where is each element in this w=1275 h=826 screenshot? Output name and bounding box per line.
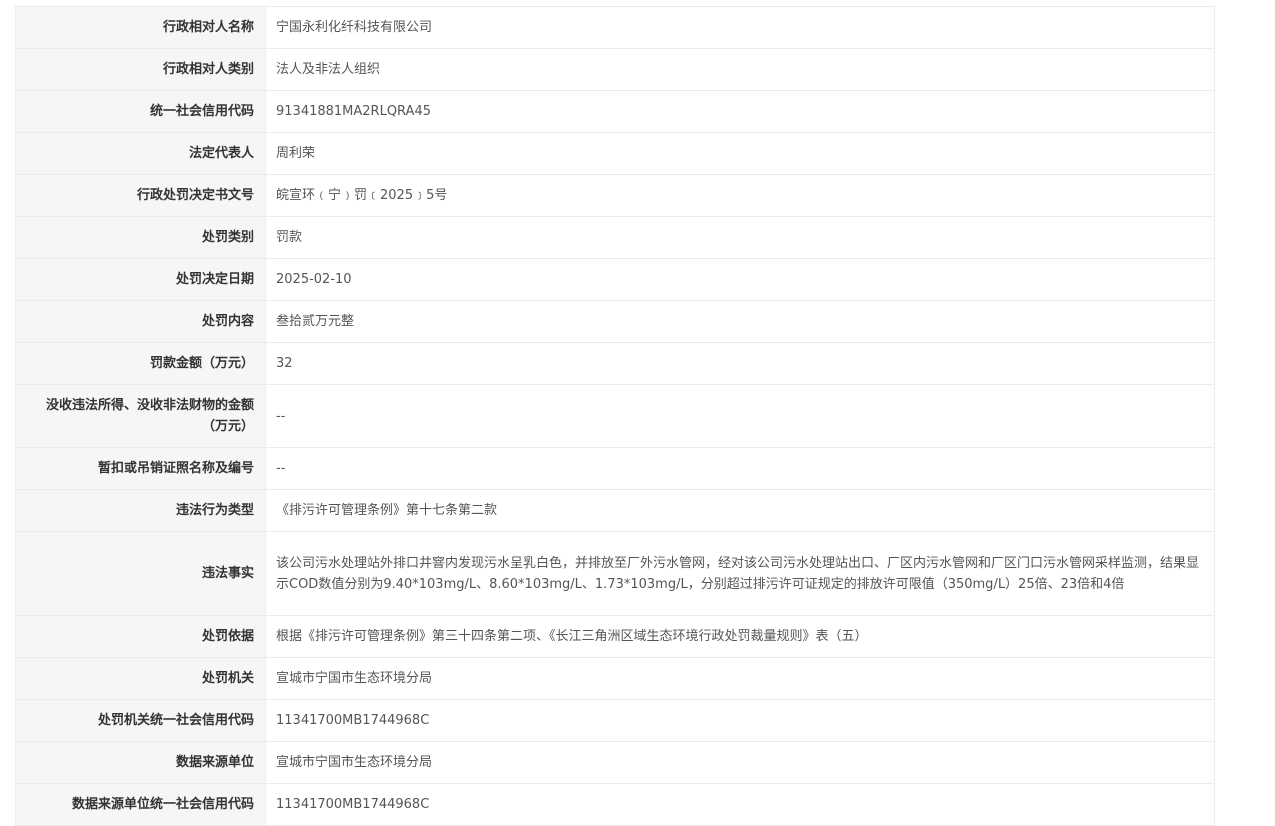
penalty-detail-panel: 行政相对人名称 宁国永利化纤科技有限公司 行政相对人类别 法人及非法人组织 统一… <box>15 6 1215 826</box>
penalty-detail-table: 行政相对人名称 宁国永利化纤科技有限公司 行政相对人类别 法人及非法人组织 统一… <box>15 6 1215 826</box>
field-value-authority-credit-code: 11341700MB1744968C <box>265 699 1215 742</box>
field-value-penalty-category: 罚款 <box>265 216 1215 259</box>
field-label-penalty-authority: 处罚机关 <box>15 657 266 700</box>
table-row: 处罚决定日期 2025-02-10 <box>15 258 1215 301</box>
field-label-party-name: 行政相对人名称 <box>15 6 266 49</box>
field-value-party-type: 法人及非法人组织 <box>265 48 1215 91</box>
field-label-violation-facts: 违法事实 <box>15 531 266 616</box>
field-value-decision-number: 皖宣环﹙宁﹚罚﹝2025﹞5号 <box>265 174 1215 217</box>
table-row: 处罚依据 根据《排污许可管理条例》第三十四条第二项、《长江三角洲区域生态环境行政… <box>15 615 1215 658</box>
field-label-data-source-credit-code: 数据来源单位统一社会信用代码 <box>15 783 266 826</box>
table-row: 处罚类别 罚款 <box>15 216 1215 259</box>
field-label-legal-rep: 法定代表人 <box>15 132 266 175</box>
field-label-credit-code: 统一社会信用代码 <box>15 90 266 133</box>
field-value-license-revocation: -- <box>265 447 1215 490</box>
field-value-credit-code: 91341881MA2RLQRA45 <box>265 90 1215 133</box>
field-label-party-type: 行政相对人类别 <box>15 48 266 91</box>
table-row: 数据来源单位统一社会信用代码 11341700MB1744968C <box>15 783 1215 826</box>
table-row: 违法行为类型 《排污许可管理条例》第十七条第二款 <box>15 489 1215 532</box>
field-label-penalty-basis: 处罚依据 <box>15 615 266 658</box>
field-label-data-source: 数据来源单位 <box>15 741 266 784</box>
field-value-data-source-credit-code: 11341700MB1744968C <box>265 783 1215 826</box>
table-row: 没收违法所得、没收非法财物的金额（万元） -- <box>15 384 1215 448</box>
field-value-violation-facts: 该公司污水处理站外排口井窨内发现污水呈乳白色，并排放至厂外污水管网，经对该公司污… <box>265 531 1215 616</box>
table-row: 处罚内容 叁拾贰万元整 <box>15 300 1215 343</box>
field-label-license-revocation: 暂扣或吊销证照名称及编号 <box>15 447 266 490</box>
field-label-decision-date: 处罚决定日期 <box>15 258 266 301</box>
table-row: 统一社会信用代码 91341881MA2RLQRA45 <box>15 90 1215 133</box>
field-value-penalty-basis: 根据《排污许可管理条例》第三十四条第二项、《长江三角洲区域生态环境行政处罚裁量规… <box>265 615 1215 658</box>
table-row: 行政相对人名称 宁国永利化纤科技有限公司 <box>15 6 1215 49</box>
field-label-fine-amount: 罚款金额（万元） <box>15 342 266 385</box>
table-row: 数据来源单位 宣城市宁国市生态环境分局 <box>15 741 1215 784</box>
table-row: 罚款金额（万元） 32 <box>15 342 1215 385</box>
field-value-legal-rep: 周利荣 <box>265 132 1215 175</box>
table-row: 处罚机关 宣城市宁国市生态环境分局 <box>15 657 1215 700</box>
table-row: 处罚机关统一社会信用代码 11341700MB1744968C <box>15 699 1215 742</box>
field-label-penalty-content: 处罚内容 <box>15 300 266 343</box>
field-value-penalty-authority: 宣城市宁国市生态环境分局 <box>265 657 1215 700</box>
field-label-confiscation-amount: 没收违法所得、没收非法财物的金额（万元） <box>15 384 266 448</box>
table-row: 法定代表人 周利荣 <box>15 132 1215 175</box>
field-label-violation-type: 违法行为类型 <box>15 489 266 532</box>
table-row: 暂扣或吊销证照名称及编号 -- <box>15 447 1215 490</box>
table-row: 行政处罚决定书文号 皖宣环﹙宁﹚罚﹝2025﹞5号 <box>15 174 1215 217</box>
table-row: 行政相对人类别 法人及非法人组织 <box>15 48 1215 91</box>
field-value-data-source: 宣城市宁国市生态环境分局 <box>265 741 1215 784</box>
field-label-authority-credit-code: 处罚机关统一社会信用代码 <box>15 699 266 742</box>
field-value-confiscation-amount: -- <box>265 384 1215 448</box>
table-row: 违法事实 该公司污水处理站外排口井窨内发现污水呈乳白色，并排放至厂外污水管网，经… <box>15 531 1215 616</box>
field-value-party-name: 宁国永利化纤科技有限公司 <box>265 6 1215 49</box>
field-value-violation-type: 《排污许可管理条例》第十七条第二款 <box>265 489 1215 532</box>
field-label-penalty-category: 处罚类别 <box>15 216 266 259</box>
field-value-decision-date: 2025-02-10 <box>265 258 1215 301</box>
field-value-penalty-content: 叁拾贰万元整 <box>265 300 1215 343</box>
field-value-fine-amount: 32 <box>265 342 1215 385</box>
field-label-decision-number: 行政处罚决定书文号 <box>15 174 266 217</box>
